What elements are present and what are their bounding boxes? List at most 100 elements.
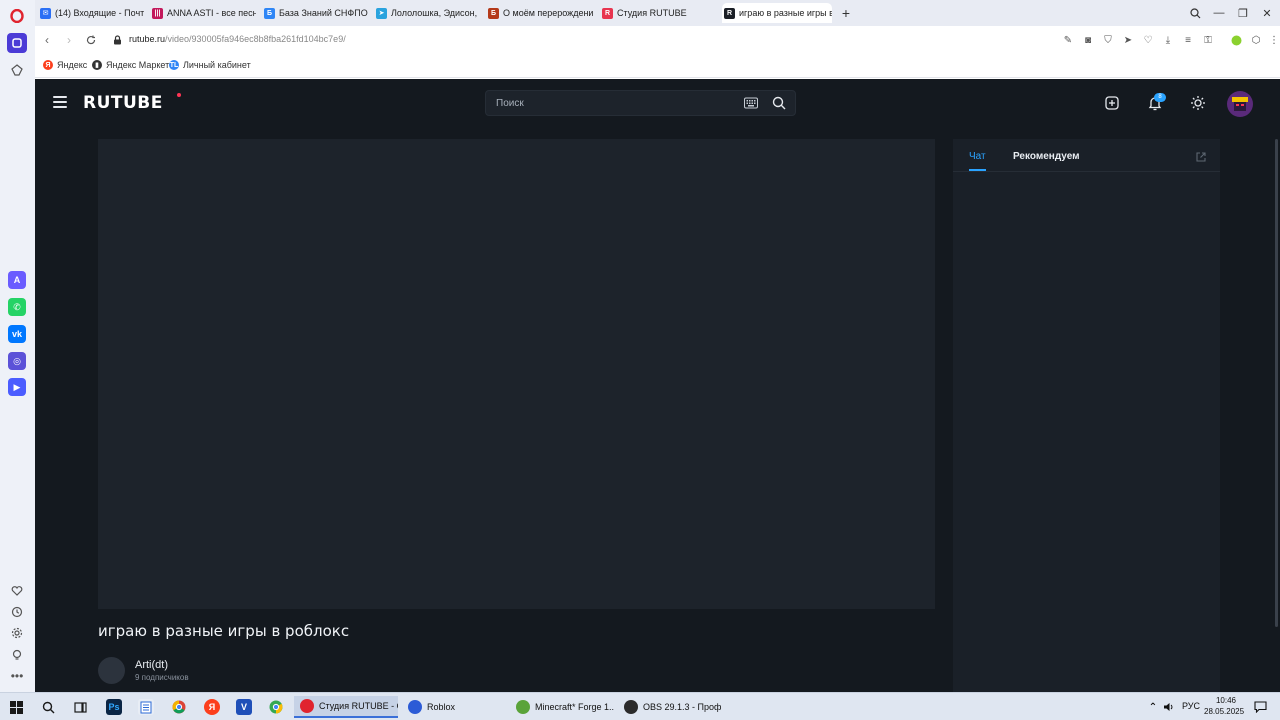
notification-center-icon[interactable] — [1252, 699, 1268, 715]
bookmark-item[interactable]: TL Личный кабинет — [169, 60, 251, 70]
edit-icon[interactable]: ✎ — [1061, 33, 1075, 47]
history-icon[interactable] — [7, 602, 27, 622]
chrome-icon[interactable] — [171, 699, 187, 715]
bookmark-favicon-icon: Я — [43, 60, 53, 70]
more-icon[interactable]: ••• — [7, 666, 27, 686]
player-icon[interactable]: ▶ — [8, 378, 26, 396]
rutube-logo[interactable]: RUTUBE — [83, 93, 163, 113]
reload-icon[interactable] — [83, 32, 99, 48]
side-panel: Чат Рекомендуем — [953, 139, 1220, 692]
browser-tab[interactable]: ||| ANNA ASTI - все песни, — [150, 3, 256, 23]
bookmark-favicon-icon: ▮ — [92, 60, 102, 70]
theme-toggle-sun-icon[interactable] — [1190, 95, 1206, 111]
clock-date[interactable]: 28.05.2025 — [1204, 707, 1244, 716]
chrome-alt-icon[interactable] — [268, 699, 284, 715]
playlist-icon[interactable]: ≡ — [1181, 33, 1195, 47]
bookmarks-bar: Я Яндекс ▮ Яндекс Маркет TL Личный кабинет — [35, 54, 1280, 78]
taskbar-app-label: Roblox — [427, 702, 456, 712]
opera-sidebar: A ✆ vk ◎ ▶ ••• — [0, 0, 35, 692]
bookmark-heart-icon[interactable]: ♡ — [1141, 33, 1155, 47]
close-icon[interactable]: ✕ — [1259, 5, 1275, 21]
minimize-icon[interactable]: — — [1211, 5, 1227, 21]
workspace-icon[interactable] — [7, 33, 27, 53]
clock-time[interactable]: 10:46 — [1213, 696, 1239, 705]
bookmark-label: Яндекс Маркет — [106, 60, 170, 70]
tab-favicon-icon: Б — [488, 7, 499, 19]
lightbulb-icon[interactable] — [7, 645, 27, 665]
taskbar-search-icon[interactable] — [40, 699, 56, 715]
tab-favicon-icon: R — [724, 7, 735, 19]
vk-icon[interactable]: vk — [8, 325, 26, 343]
taskbar-app[interactable]: Студия RUTUBE - O... — [294, 696, 398, 718]
settings-icon[interactable] — [7, 623, 27, 643]
channel-name[interactable]: Arti(dt) — [135, 659, 168, 671]
browser-tab[interactable]: ➤ Лололошка, Эдисон, Юн — [374, 3, 480, 23]
bookmark-item[interactable]: ▮ Яндекс Маркет — [92, 60, 169, 70]
vpn-icon[interactable]: V — [236, 699, 252, 715]
taskbar-app[interactable]: Roblox — [402, 696, 506, 718]
taskbar-app-icon — [408, 700, 422, 714]
wallet-icon[interactable]: ⚿ — [1201, 33, 1215, 47]
heart-icon[interactable] — [7, 581, 27, 601]
whatsapp-icon[interactable]: ✆ — [8, 298, 26, 316]
upload-video-icon[interactable] — [1104, 95, 1120, 111]
notepad-icon[interactable] — [138, 699, 154, 715]
volume-icon[interactable] — [1161, 699, 1177, 715]
page-scrollbar[interactable] — [1275, 139, 1278, 627]
task-view-icon[interactable] — [72, 699, 88, 715]
new-tab-button[interactable]: + — [838, 5, 854, 21]
restore-icon[interactable]: ❐ — [1235, 5, 1251, 21]
tab-search-icon[interactable] — [1187, 5, 1203, 21]
url-host: rutube.ru — [129, 34, 166, 44]
bookmark-label: Яндекс — [57, 60, 88, 70]
bookmark-favicon-icon: TL — [169, 60, 179, 70]
notifications-badge: 8 — [1154, 93, 1166, 102]
shield-icon[interactable]: ⛉ — [1101, 33, 1115, 47]
taskbar-app[interactable]: Minecraft* Forge 1.... — [510, 696, 614, 718]
menu-icon[interactable]: ⋮ — [1267, 33, 1280, 47]
tab-label: База Знаний СНФПО ПАО — [279, 8, 368, 18]
channel-avatar[interactable] — [98, 657, 125, 684]
browser-tab[interactable]: Б О моём перерождении в — [486, 3, 594, 23]
lock-icon[interactable] — [109, 32, 125, 48]
forward-icon[interactable]: › — [61, 32, 77, 48]
browser-tab[interactable]: ✉ (14) Входящие - Почта М — [38, 3, 144, 23]
browser-tab[interactable]: Rиграю в разные игры в р — [722, 3, 832, 23]
video-player[interactable] — [98, 139, 935, 609]
yandex-browser-icon[interactable]: Я — [204, 699, 220, 715]
url-field[interactable]: rutube.ru/video/930005fa946ec8b8fba261fd… — [129, 34, 346, 44]
rutube-header: RUTUBE 8 — [35, 79, 1280, 127]
browser-tab[interactable]: R Студия RUTUBE — [600, 3, 712, 23]
bookmark-item[interactable]: Я Яндекс — [43, 60, 87, 70]
browser-tab[interactable]: Б База Знаний СНФПО ПАО — [262, 3, 368, 23]
extension-green-icon[interactable] — [1229, 33, 1243, 47]
tray-chevron-icon[interactable]: ⌃ — [1145, 699, 1161, 715]
instagram-icon[interactable]: ◎ — [8, 352, 26, 370]
search-input[interactable] — [496, 96, 736, 110]
tab-chat[interactable]: Чат — [969, 151, 986, 171]
tab-favicon-icon: ✉ — [40, 7, 51, 19]
channel-subscribers: 9 подписчиков — [135, 673, 189, 682]
extensions-icon[interactable]: ⬡ — [1249, 33, 1263, 47]
popout-icon[interactable] — [1195, 151, 1207, 163]
photoshop-icon[interactable]: Ps — [106, 699, 122, 715]
user-avatar[interactable] — [1226, 90, 1254, 118]
taskbar-app[interactable]: OBS 29.1.3 - Проф... — [618, 696, 722, 718]
tab-strip: ✉ (14) Входящие - Почта М ||| ANNA ASTI - в… — [35, 0, 1280, 26]
download-icon[interactable]: ⤓ — [1161, 33, 1175, 47]
windows-taskbar: Ps Я V Студия RUTUBE - O... Roblox Minecra… — [0, 692, 1280, 720]
windows-start-icon[interactable] — [8, 699, 24, 715]
camera-icon[interactable]: ◙ — [1081, 33, 1095, 47]
language-indicator[interactable]: РУС — [1182, 701, 1200, 711]
aria-icon[interactable]: A — [8, 271, 26, 289]
pinboard-icon[interactable] — [7, 60, 27, 80]
opera-logo-icon[interactable] — [7, 6, 27, 26]
hamburger-menu-icon[interactable] — [53, 96, 67, 108]
back-icon[interactable]: ‹ — [39, 32, 55, 48]
keyboard-icon[interactable] — [744, 97, 758, 109]
panel-divider — [953, 171, 1220, 172]
tab-recommended[interactable]: Рекомендуем — [1013, 151, 1080, 162]
send-icon[interactable]: ➤ — [1121, 33, 1135, 47]
search-icon[interactable] — [772, 96, 786, 110]
taskbar-app-icon — [624, 700, 638, 714]
